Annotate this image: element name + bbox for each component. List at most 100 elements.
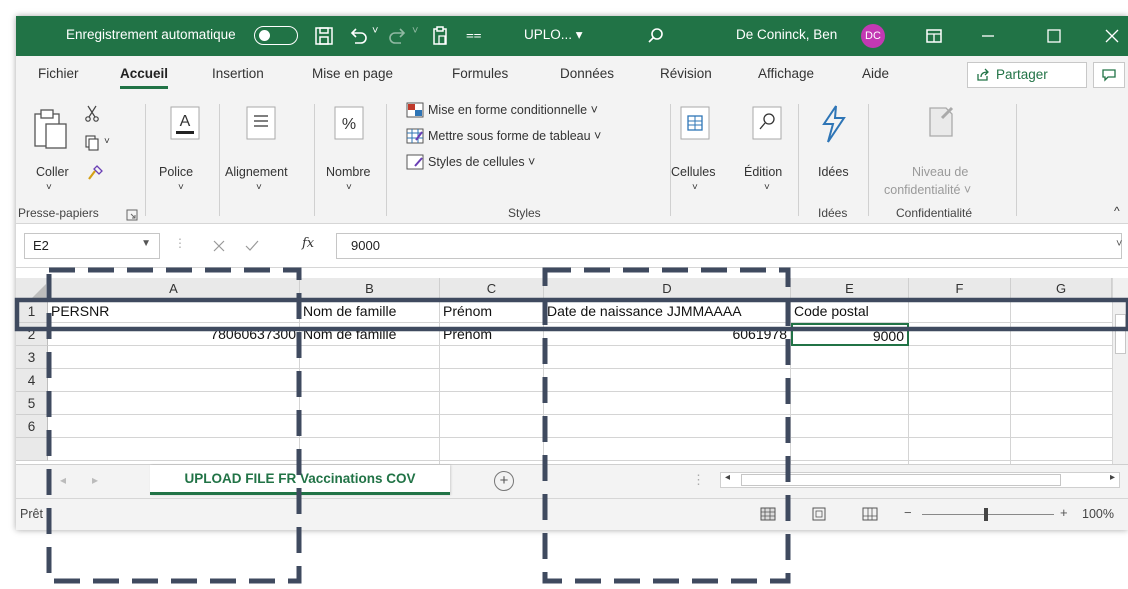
scroll-right-icon[interactable]: ▸ [1110, 472, 1115, 483]
search-icon[interactable] [644, 24, 668, 48]
cancel-icon[interactable] [212, 239, 226, 253]
format-painter-icon[interactable] [86, 164, 104, 182]
tab-revision[interactable]: Révision [660, 66, 712, 81]
clipboard-icon[interactable] [428, 24, 452, 48]
enter-icon[interactable] [244, 239, 260, 253]
expand-formula-bar-icon[interactable]: ˅ [1116, 238, 1122, 250]
formula-input[interactable]: 9000 [336, 233, 1122, 259]
conditional-formatting-icon[interactable] [406, 102, 424, 118]
zoom-slider-thumb[interactable] [984, 508, 988, 521]
file-name[interactable]: UPLO... ▾ [524, 27, 583, 43]
format-as-table-icon[interactable] [406, 128, 424, 144]
save-icon[interactable] [312, 24, 336, 48]
zoom-out-icon[interactable]: − [904, 505, 912, 520]
redo-dropdown-icon[interactable]: ˅ [412, 25, 418, 37]
tab-insertion[interactable]: Insertion [212, 66, 264, 81]
conditional-formatting-button[interactable]: Mise en forme conditionnelle ˅ [428, 103, 598, 117]
close-icon[interactable] [1100, 24, 1124, 48]
redo-icon[interactable] [386, 24, 410, 48]
insert-function-icon[interactable]: fx [302, 236, 314, 251]
tab-splitter-icon[interactable]: ⋮ [692, 472, 705, 488]
tab-fichier[interactable]: Fichier [38, 66, 79, 81]
sensitivity-icon[interactable] [924, 104, 958, 140]
paste-dropdown-icon[interactable]: ˅ [46, 182, 52, 193]
row-header-3[interactable]: 3 [16, 346, 48, 369]
vertical-scrollbar[interactable] [1112, 278, 1128, 464]
sensitivity-button[interactable]: confidentialité ˅ [884, 183, 971, 197]
cell-styles-icon[interactable] [406, 154, 424, 170]
scroll-left-icon[interactable]: ◂ [725, 472, 730, 483]
collapse-ribbon-icon[interactable]: ^ [1114, 204, 1120, 218]
editing-label[interactable]: Édition [744, 165, 782, 179]
row-header-4[interactable]: 4 [16, 369, 48, 392]
undo-dropdown-icon[interactable]: ˅ [372, 25, 378, 37]
row-header-7[interactable] [16, 438, 48, 461]
maximize-icon[interactable] [1042, 24, 1066, 48]
name-box[interactable]: E2 ▼ [24, 233, 160, 259]
customize-qat-icon[interactable]: ⩵ [466, 27, 482, 43]
cut-icon[interactable] [84, 104, 100, 122]
cells-icon[interactable] [680, 106, 710, 140]
paste-icon[interactable] [32, 106, 72, 150]
horizontal-scroll-thumb[interactable] [741, 474, 1061, 486]
vertical-scroll-thumb[interactable] [1115, 314, 1126, 354]
cell-d2[interactable]: 6061978 [544, 323, 791, 346]
ribbon-display-options-icon[interactable] [922, 24, 946, 48]
font-label[interactable]: Police [159, 165, 193, 179]
zoom-in-icon[interactable]: + [1060, 505, 1068, 520]
minimize-icon[interactable] [976, 24, 1000, 48]
user-name[interactable]: De Coninck, Ben [736, 27, 837, 42]
tab-affichage[interactable]: Affichage [758, 66, 814, 81]
cell-c1[interactable]: Prénom [440, 300, 544, 323]
row-header-1[interactable]: 1 [16, 300, 48, 323]
cell-c2[interactable]: Prénom [440, 323, 544, 346]
tab-donnees[interactable]: Données [560, 66, 614, 81]
copy-dropdown-icon[interactable]: ˅ [104, 136, 110, 147]
undo-icon[interactable] [346, 24, 370, 48]
column-header-d[interactable]: D [544, 278, 791, 300]
number-dropdown-icon[interactable]: ˅ [346, 182, 352, 193]
row-header-5[interactable]: 5 [16, 392, 48, 415]
cell-a2[interactable]: 78060637300 [48, 323, 300, 346]
column-header-f[interactable]: F [909, 278, 1011, 300]
add-sheet-button[interactable]: + [494, 471, 514, 491]
alignment-label[interactable]: Alignement [225, 165, 288, 179]
row-header-6[interactable]: 6 [16, 415, 48, 438]
ideas-label[interactable]: Idées [818, 165, 849, 179]
page-layout-view-icon[interactable] [812, 507, 826, 521]
column-header-e[interactable]: E [791, 278, 909, 300]
avatar[interactable]: DC [861, 24, 885, 48]
cell-b1[interactable]: Nom de famille [300, 300, 440, 323]
cell-d1[interactable]: Date de naissance JJMMAAAA [544, 300, 791, 323]
cell-a1[interactable]: PERSNR [48, 300, 300, 323]
zoom-level[interactable]: 100% [1082, 507, 1114, 521]
ideas-icon[interactable] [816, 104, 850, 144]
alignment-dropdown-icon[interactable]: ˅ [256, 182, 262, 193]
cell-styles-button[interactable]: Styles de cellules ˅ [428, 155, 535, 169]
column-header-g[interactable]: G [1011, 278, 1112, 300]
page-break-view-icon[interactable] [862, 507, 878, 521]
tab-accueil[interactable]: Accueil [120, 66, 169, 89]
row-header-2[interactable]: 2 [16, 323, 48, 346]
font-icon[interactable]: A [170, 106, 200, 140]
number-label[interactable]: Nombre [326, 165, 370, 179]
tab-aide[interactable]: Aide [862, 66, 889, 81]
copy-icon[interactable] [84, 134, 100, 152]
cells-label[interactable]: Cellules [671, 165, 715, 179]
autosave-toggle[interactable] [254, 26, 298, 45]
cell-e1[interactable]: Code postal [791, 300, 909, 323]
editing-icon[interactable] [752, 106, 782, 140]
comments-button[interactable] [1093, 62, 1125, 88]
share-button[interactable]: Partager [967, 62, 1087, 88]
column-header-b[interactable]: B [300, 278, 440, 300]
prev-sheet-icon[interactable]: ◂ [60, 473, 66, 487]
dialog-launcher-icon[interactable] [126, 209, 138, 221]
horizontal-scrollbar[interactable]: ◂ ▸ [720, 472, 1120, 488]
column-header-c[interactable]: C [440, 278, 544, 300]
paste-label[interactable]: Coller [36, 165, 69, 179]
number-format-icon[interactable]: % [334, 106, 364, 140]
cell-e2-selected[interactable]: 9000 [791, 323, 909, 346]
editing-dropdown-icon[interactable]: ˅ [764, 182, 770, 193]
font-dropdown-icon[interactable]: ˅ [178, 182, 184, 193]
cell-b2[interactable]: Nom de famille [300, 323, 440, 346]
